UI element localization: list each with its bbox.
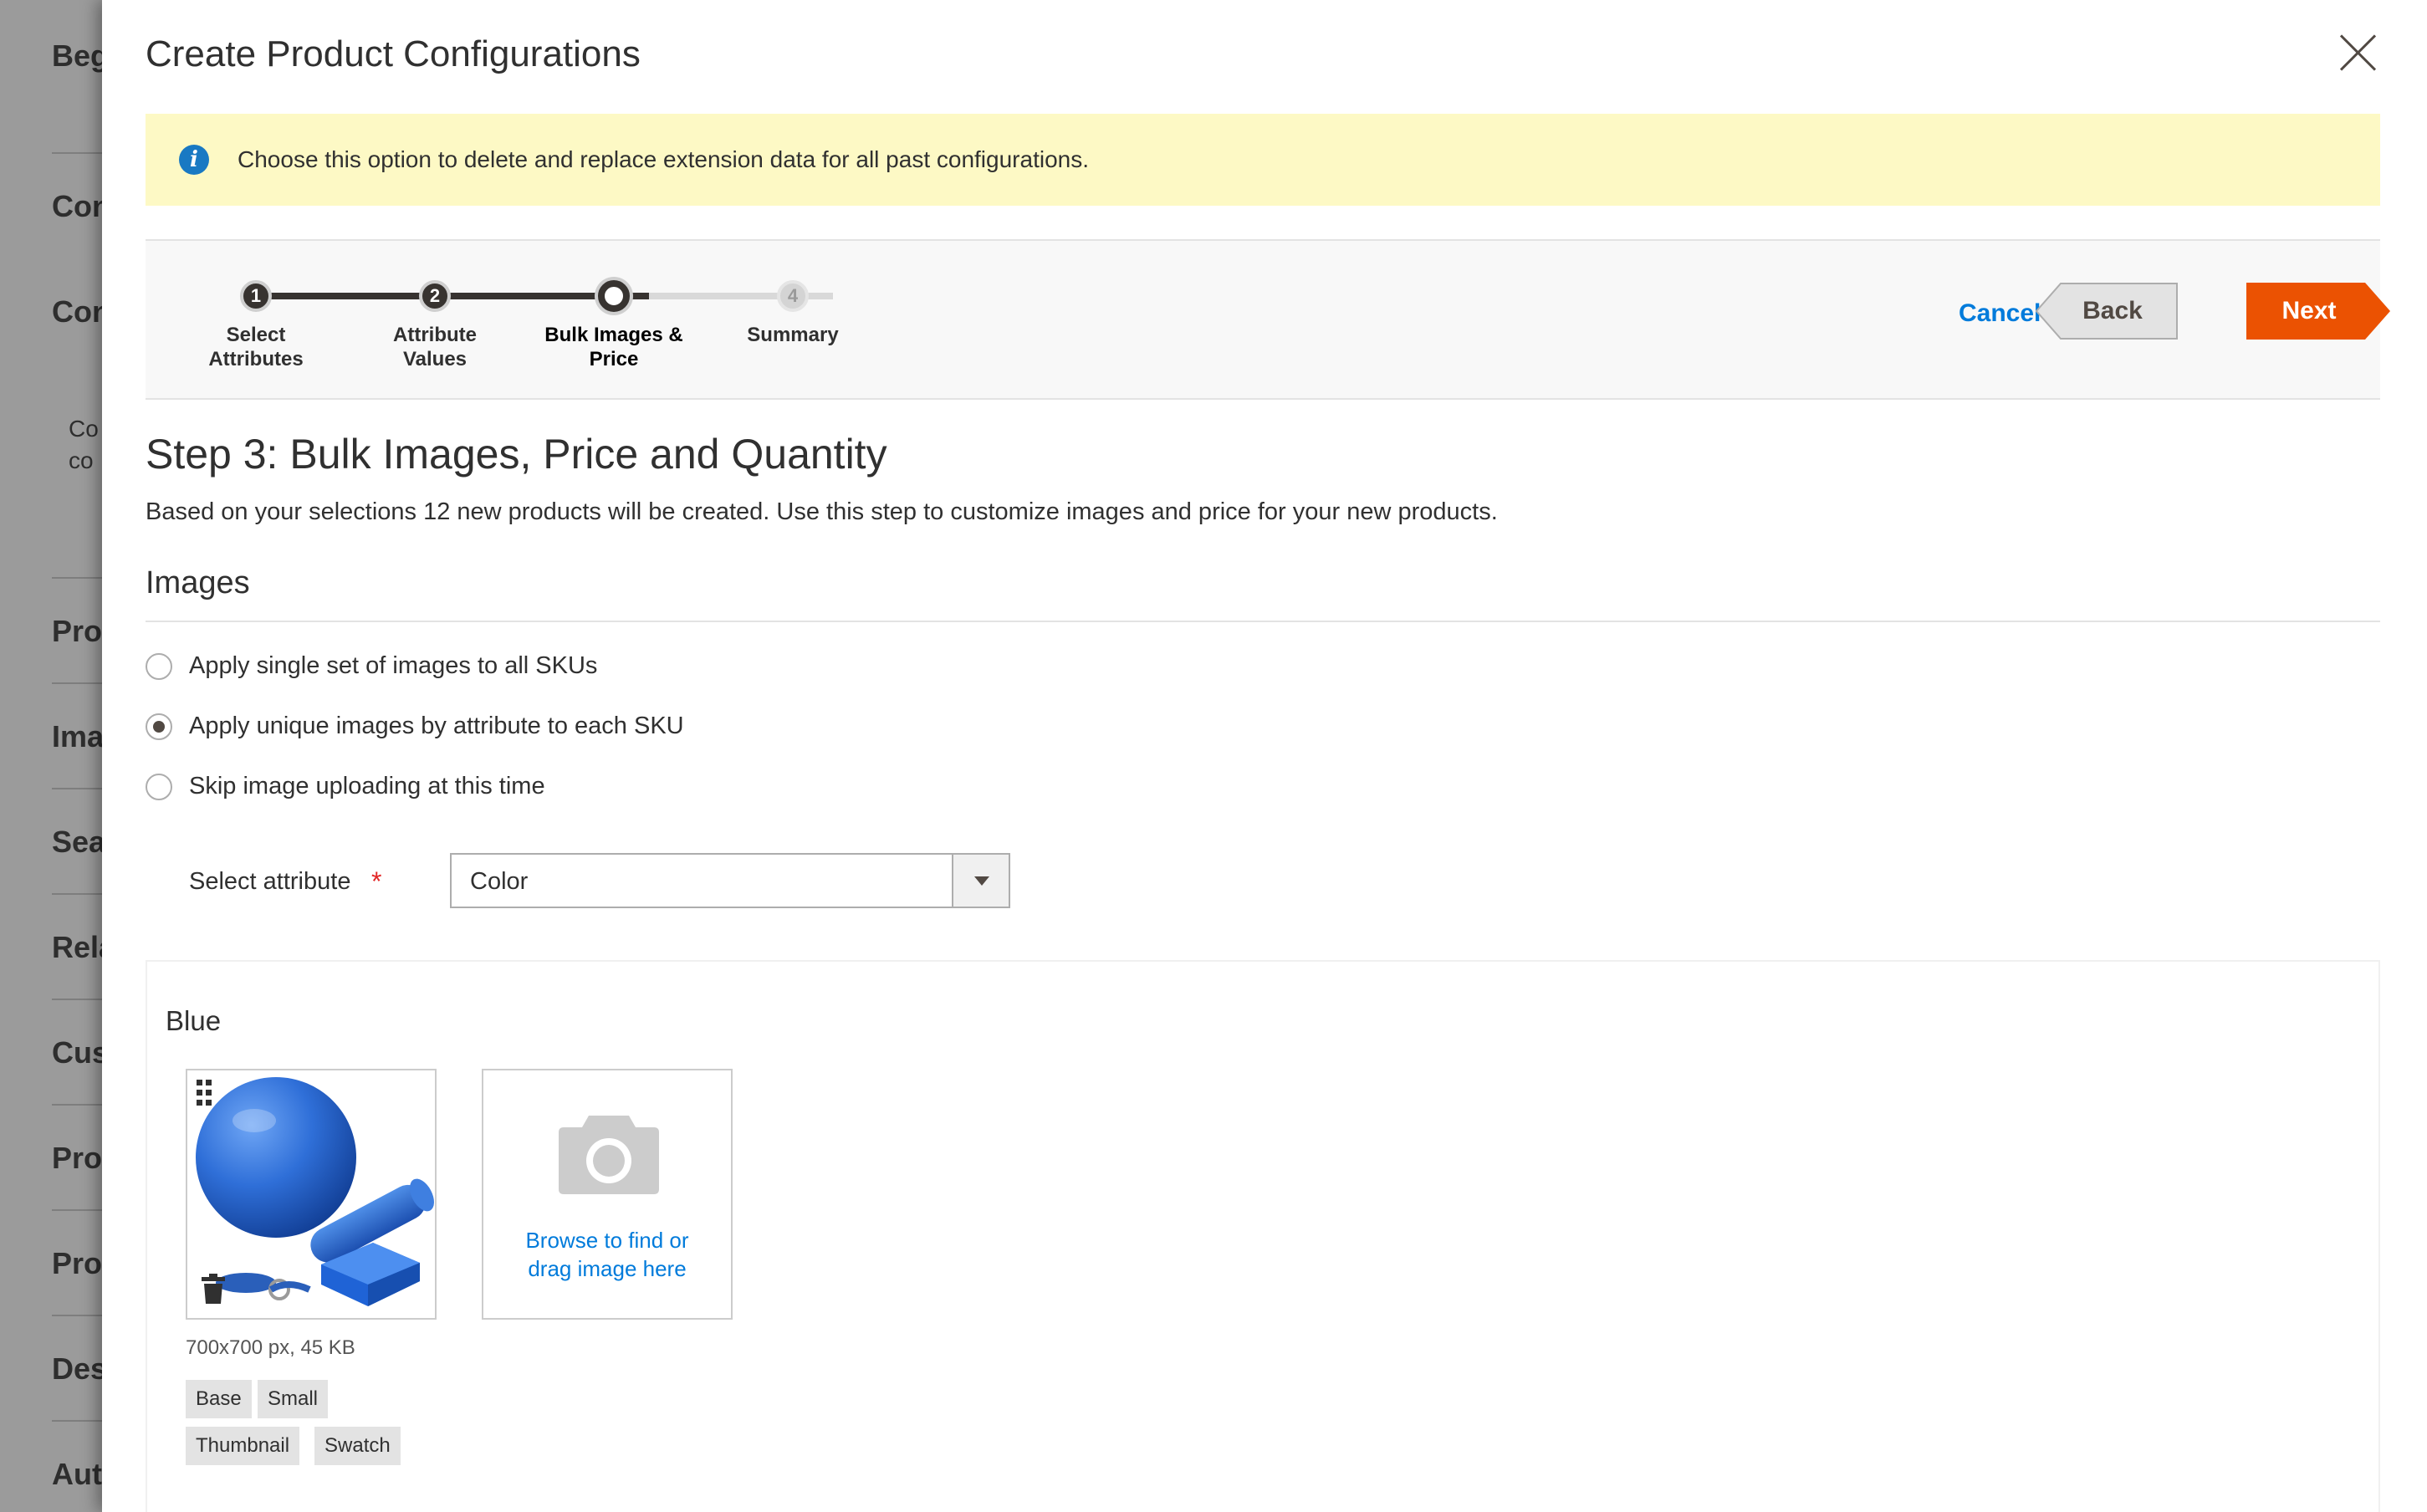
step-2-label[interactable]: Attribute Values: [351, 323, 519, 371]
radio-label: Apply single set of images to all SKUs: [189, 652, 598, 679]
step-1-label-line: Attributes: [208, 348, 304, 370]
bg-divider: [52, 1209, 102, 1211]
attribute-select[interactable]: Color: [450, 853, 1010, 908]
step-3-label-line: Bulk Images &: [544, 324, 683, 346]
bg-text: co: [69, 447, 94, 473]
bg-section: Sea: [52, 825, 106, 859]
wizard-steps-bar: 1 2 4 Select Attributes Attribute Values…: [146, 239, 2390, 400]
image-file-info: 700x700 px, 45 KB: [186, 1336, 355, 1359]
step-title: Step 3: Bulk Images, Price and Quantity: [146, 431, 887, 478]
bg-divider: [52, 1104, 102, 1106]
back-button-label: Back: [2082, 297, 2143, 324]
step-4-marker: 4: [777, 280, 809, 312]
step-1-marker[interactable]: 1: [240, 280, 272, 312]
bg-text: Co: [69, 416, 99, 442]
bg-divider: [52, 893, 102, 895]
bg-divider: [52, 682, 102, 684]
step-4-label-line: Summary: [747, 324, 839, 346]
images-section-title: Images: [146, 565, 250, 600]
radio-single-set[interactable]: Apply single set of images to all SKUs: [146, 652, 597, 680]
step-3-label: Bulk Images & Price: [530, 323, 697, 371]
cancel-button[interactable]: Cancel: [1959, 299, 2041, 328]
radio-button[interactable]: [146, 773, 172, 800]
bg-divider: [52, 577, 102, 579]
info-icon: i: [179, 145, 209, 175]
bg-section: Cus: [52, 1035, 110, 1070]
bg-section: Aut: [52, 1457, 102, 1491]
attribute-images-panel: Blue Browse to find or drag image here 7…: [146, 960, 2380, 1512]
radio-label: Skip image uploading at this time: [189, 773, 545, 799]
bg-divider: [52, 999, 102, 1000]
bg-divider: [52, 1315, 102, 1316]
modal-title: Create Product Configurations: [146, 33, 641, 74]
radio-button-checked[interactable]: [146, 713, 172, 740]
back-button[interactable]: Back: [2036, 283, 2178, 340]
step-description: Based on your selections 12 new products…: [146, 498, 1498, 525]
bg-section: Pro: [52, 1141, 103, 1175]
attribute-select-value: Color: [470, 868, 529, 895]
section-divider: [146, 621, 2380, 622]
step-4-label: Summary: [709, 323, 876, 347]
bg-divider: [52, 788, 102, 789]
step-2-label-line: Attribute: [393, 324, 477, 346]
camera-icon: [559, 1116, 659, 1194]
next-button-label: Next: [2281, 297, 2337, 324]
attribute-value-title: Blue: [166, 1005, 222, 1036]
close-icon[interactable]: [2337, 32, 2378, 74]
radio-button[interactable]: [146, 652, 172, 680]
trash-icon[interactable]: [201, 1273, 226, 1305]
step-3-marker: [598, 280, 630, 312]
bg-divider: [52, 152, 102, 154]
drag-handle-icon[interactable]: [196, 1079, 212, 1107]
step-3-label-line: Price: [589, 348, 639, 370]
bg-section: Pro: [52, 614, 103, 648]
configurations-modal: Create Product Configurations i Choose t…: [102, 0, 2427, 1512]
role-tag-swatch[interactable]: Swatch: [314, 1427, 401, 1465]
role-tag-thumbnail[interactable]: Thumbnail: [186, 1427, 300, 1465]
bg-page-title: Beg: [52, 38, 110, 73]
next-button[interactable]: Next: [2246, 283, 2390, 340]
select-attribute-label: Select attribute: [189, 868, 351, 895]
image-upload-dropzone[interactable]: Browse to find or drag image here: [482, 1069, 733, 1320]
bg-section: Des: [52, 1351, 108, 1386]
progress-line-complete: [256, 293, 649, 299]
bg-section: Ima: [52, 719, 105, 753]
product-image-tile[interactable]: [186, 1069, 437, 1320]
bg-section: Pro: [52, 1246, 103, 1280]
role-tag-small[interactable]: Small: [258, 1380, 329, 1418]
radio-skip-images[interactable]: Skip image uploading at this time: [146, 773, 545, 800]
bg-divider: [52, 1420, 102, 1422]
required-indicator: *: [371, 866, 382, 896]
step-1-label-line: Select: [226, 324, 286, 346]
notice-message: i Choose this option to delete and repla…: [146, 114, 2380, 206]
step-1-label[interactable]: Select Attributes: [172, 323, 340, 371]
notice-text: Choose this option to delete and replace…: [238, 146, 1089, 172]
upload-instructions[interactable]: Browse to find or drag image here: [483, 1226, 731, 1283]
chevron-down-icon[interactable]: [952, 855, 1009, 907]
radio-label: Apply unique images by attribute to each…: [189, 713, 684, 739]
radio-unique-images[interactable]: Apply unique images by attribute to each…: [146, 713, 684, 740]
role-tag-base[interactable]: Base: [186, 1380, 252, 1418]
step-2-marker[interactable]: 2: [419, 280, 451, 312]
step-2-label-line: Values: [402, 348, 468, 370]
